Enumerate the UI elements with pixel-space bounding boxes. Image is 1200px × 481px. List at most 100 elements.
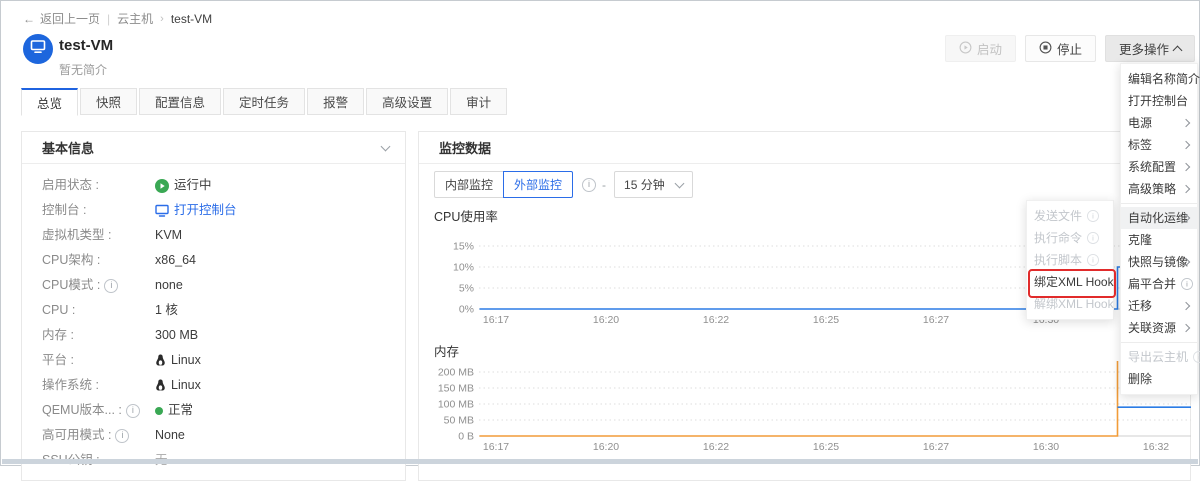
svg-text:16:30: 16:30 xyxy=(1033,441,1059,453)
stop-circle-icon xyxy=(1039,41,1052,57)
more-menu-item-9[interactable]: 快照与镜像 xyxy=(1121,251,1197,273)
info-icon[interactable] xyxy=(126,404,140,418)
svg-text:5%: 5% xyxy=(459,283,474,295)
tab-bar: 总览快照配置信息定时任务报警高级设置审计 xyxy=(21,88,509,116)
chevron-right-icon xyxy=(1182,302,1190,310)
field-value: x86_64 xyxy=(155,248,196,273)
automation-submenu-item-2[interactable]: 执行脚本 xyxy=(1027,249,1113,271)
automation-submenu-item-3[interactable]: 绑定XML Hook xyxy=(1027,271,1113,293)
green-dot-icon xyxy=(155,407,163,415)
chevron-right-icon xyxy=(1182,141,1190,149)
tab-1[interactable]: 快照 xyxy=(80,88,137,115)
field-value: 运行中 xyxy=(174,173,212,198)
field-value[interactable]: 打开控制台 xyxy=(174,198,237,223)
back-link[interactable]: ← 返回上一页 xyxy=(23,10,100,27)
tab-0[interactable]: 总览 xyxy=(21,88,78,116)
chart-title: CPU使用率 xyxy=(434,206,498,225)
tab-4[interactable]: 报警 xyxy=(307,88,364,115)
info-icon[interactable] xyxy=(115,429,129,443)
more-menu-item-3[interactable]: 标签 xyxy=(1121,134,1197,156)
menu-item-label: 自动化运维 xyxy=(1128,207,1188,229)
tab-5[interactable]: 高级设置 xyxy=(366,88,448,115)
console-icon xyxy=(155,204,169,217)
linux-icon xyxy=(155,354,166,367)
info-icon[interactable] xyxy=(582,178,596,192)
menu-item-label: 编辑名称简介 xyxy=(1128,68,1200,90)
more-menu-item-1[interactable]: 打开控制台 xyxy=(1121,90,1197,112)
chevron-right-icon xyxy=(1182,163,1190,171)
automation-submenu: 发送文件执行命令执行脚本绑定XML Hook解绑XML Hook xyxy=(1026,200,1114,320)
more-menu-item-4[interactable]: 系统配置 xyxy=(1121,156,1197,178)
field-row: 操作系统 :Linux xyxy=(22,373,405,398)
menu-divider xyxy=(1121,203,1197,204)
field-row: 内存 :300 MB xyxy=(22,323,405,348)
field-value: 300 MB xyxy=(155,323,198,348)
menu-divider xyxy=(1121,342,1197,343)
tab-6[interactable]: 审计 xyxy=(450,88,507,115)
horizontal-scrollbar[interactable] xyxy=(2,459,1198,464)
basic-info-title: 基本信息 xyxy=(42,138,94,157)
vm-avatar xyxy=(23,34,53,64)
info-icon[interactable] xyxy=(104,279,118,293)
action-buttons: 启动 停止 更多操作 xyxy=(945,35,1195,62)
automation-submenu-item-4[interactable]: 解绑XML Hook xyxy=(1027,293,1113,315)
more-actions-label: 更多操作 xyxy=(1119,39,1169,58)
monitor-title: 监控数据 xyxy=(439,138,491,157)
field-row: 控制台 :打开控制台 xyxy=(22,198,405,223)
svg-text:16:32: 16:32 xyxy=(1143,441,1169,453)
field-value: none xyxy=(155,273,183,298)
svg-text:50 MB: 50 MB xyxy=(444,415,474,427)
field-value: KVM xyxy=(155,223,182,248)
menu-item-label: 解绑XML Hook xyxy=(1034,293,1114,315)
more-menu-item-2[interactable]: 电源 xyxy=(1121,112,1197,134)
start-button[interactable]: 启动 xyxy=(945,35,1016,62)
more-menu-item-14[interactable]: 导出云主机 xyxy=(1121,346,1197,368)
breadcrumb-section[interactable]: 云主机 xyxy=(117,10,153,27)
svg-text:200 MB: 200 MB xyxy=(438,367,474,379)
more-menu-item-7[interactable]: 自动化运维 xyxy=(1121,207,1197,229)
breadcrumb: ← 返回上一页 | 云主机 › test-VM xyxy=(23,10,212,27)
tab-3[interactable]: 定时任务 xyxy=(223,88,305,115)
breadcrumb-current: test-VM xyxy=(171,12,212,26)
collapse-chevron-down-icon[interactable] xyxy=(381,141,391,151)
svg-text:16:27: 16:27 xyxy=(923,441,949,453)
menu-item-label: 迁移 xyxy=(1128,295,1152,317)
chevron-down-icon xyxy=(675,178,685,188)
field-label: 虚拟机类型 : xyxy=(42,223,111,248)
field-label: 高可用模式 : xyxy=(42,423,111,448)
more-menu-item-15[interactable]: 删除 xyxy=(1121,368,1197,390)
field-value: 正常 xyxy=(168,398,193,423)
field-label: CPU架构 : xyxy=(42,248,100,273)
field-value: None xyxy=(155,423,185,448)
svg-text:16:27: 16:27 xyxy=(923,314,949,326)
back-arrow-icon: ← xyxy=(23,12,35,26)
automation-submenu-item-0[interactable]: 发送文件 xyxy=(1027,205,1113,227)
field-row: 高可用模式 : None xyxy=(22,423,405,448)
monitor-icon xyxy=(30,39,46,59)
start-button-label: 启动 xyxy=(977,39,1002,58)
interval-dropdown[interactable]: 15 分钟 xyxy=(614,171,693,198)
chevron-right-icon xyxy=(1182,185,1190,193)
field-label: 启用状态 : xyxy=(42,173,99,198)
more-menu-item-5[interactable]: 高级策略 xyxy=(1121,178,1197,200)
menu-item-label: 绑定XML Hook xyxy=(1034,271,1114,293)
info-icon xyxy=(1087,210,1099,222)
field-label: CPU : xyxy=(42,298,75,323)
field-value: 1 核 xyxy=(155,298,178,323)
more-menu-item-11[interactable]: 迁移 xyxy=(1121,295,1197,317)
automation-submenu-item-1[interactable]: 执行命令 xyxy=(1027,227,1113,249)
tab-2[interactable]: 配置信息 xyxy=(139,88,221,115)
more-menu-item-8[interactable]: 克隆 xyxy=(1121,229,1197,251)
menu-item-label: 快照与镜像 xyxy=(1128,251,1188,273)
field-label: 操作系统 : xyxy=(42,373,99,398)
monitor-header: 监控数据 xyxy=(419,132,1190,164)
toggle-0[interactable]: 内部监控 xyxy=(434,171,504,198)
more-menu-item-0[interactable]: 编辑名称简介 xyxy=(1121,68,1197,90)
stop-button[interactable]: 停止 xyxy=(1025,35,1096,62)
toggle-1[interactable]: 外部监控 xyxy=(503,171,573,198)
field-label: CPU模式 : xyxy=(42,273,100,298)
more-actions-button[interactable]: 更多操作 xyxy=(1105,35,1195,62)
more-menu-item-10[interactable]: 扁平合并 xyxy=(1121,273,1197,295)
more-menu-item-12[interactable]: 关联资源 xyxy=(1121,317,1197,339)
field-row: 启用状态 : 运行中 xyxy=(22,173,405,198)
